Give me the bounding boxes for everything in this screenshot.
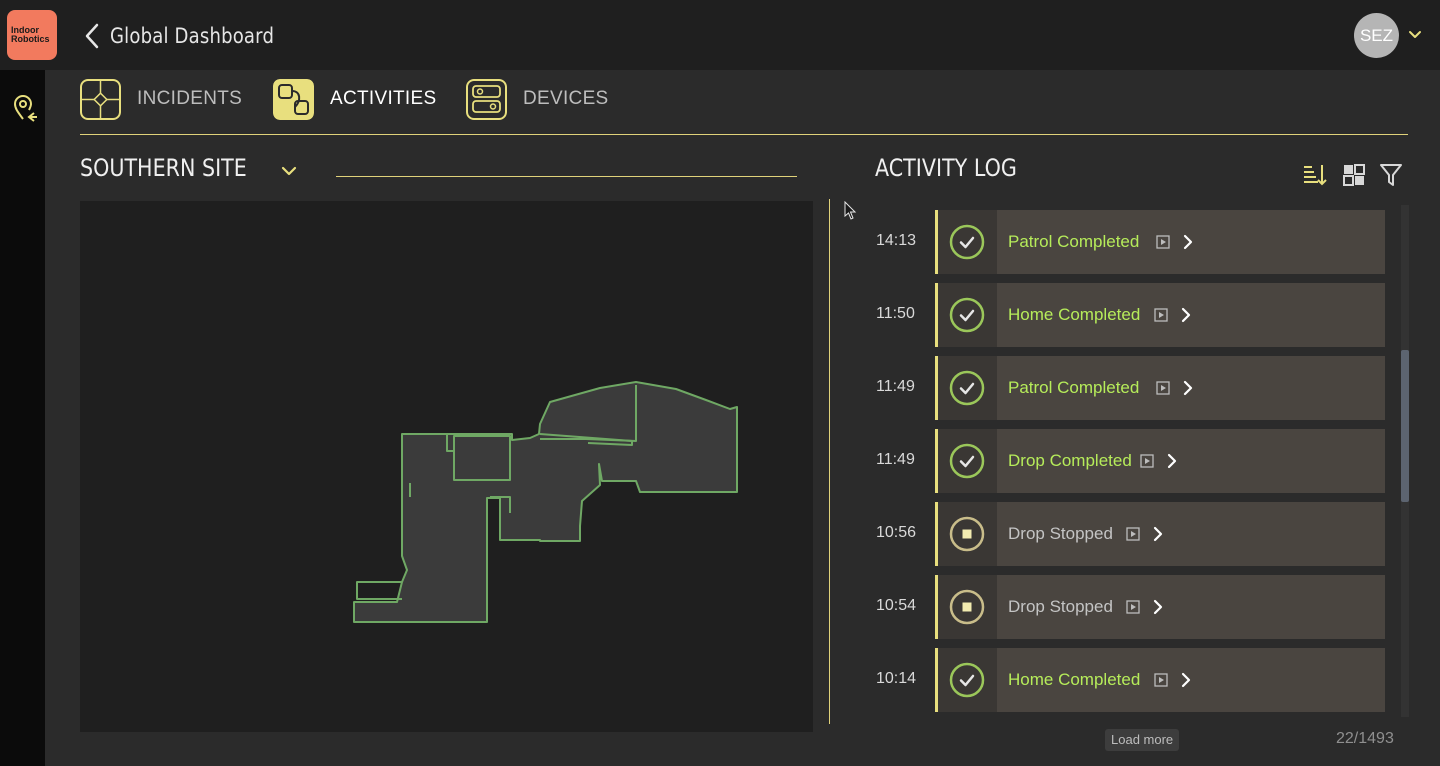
check-circle-icon xyxy=(938,429,997,493)
chevron-right-icon[interactable] xyxy=(1182,234,1194,250)
activity-actions xyxy=(1156,234,1194,250)
activity-card[interactable]: Drop Completed xyxy=(935,429,1385,493)
chevron-right-icon[interactable] xyxy=(1166,453,1178,469)
activity-card[interactable]: Drop Stopped xyxy=(935,575,1385,639)
stop-circle-icon xyxy=(938,502,997,566)
load-more-button[interactable]: Load more xyxy=(1105,729,1180,751)
activity-row: 11:50 Home Completed xyxy=(876,283,1386,347)
activity-label: Drop Completed xyxy=(1008,451,1132,470)
tab-activities[interactable]: ACTIVITIES xyxy=(273,78,436,120)
chevron-right-icon[interactable] xyxy=(1182,380,1194,396)
activity-time: 11:49 xyxy=(876,378,915,395)
activity-time: 10:56 xyxy=(876,524,917,541)
top-bar: Indoor Robotics Global Dashboard SEZ xyxy=(0,0,1440,70)
activity-actions xyxy=(1156,380,1194,396)
scrollbar-thumb[interactable] xyxy=(1401,350,1409,502)
tab-incidents[interactable]: INCIDENTS xyxy=(80,78,242,120)
activity-actions xyxy=(1126,599,1164,615)
activity-row: 10:54 Drop Stopped xyxy=(876,575,1386,639)
activity-card[interactable]: Patrol Completed xyxy=(935,210,1385,274)
user-avatar[interactable]: SEZ xyxy=(1354,13,1399,58)
activity-label: Patrol Completed xyxy=(1008,232,1140,251)
check-circle-icon xyxy=(938,356,997,420)
stop-circle-icon xyxy=(938,575,997,639)
video-play-icon[interactable] xyxy=(1154,673,1168,687)
tab-label: ACTIVITIES xyxy=(330,88,437,109)
chevron-right-icon[interactable] xyxy=(1152,599,1164,615)
activity-label: Drop Stopped xyxy=(1008,524,1113,543)
activities-icon xyxy=(273,78,314,120)
logo-line-2: Robotics xyxy=(11,34,50,44)
activity-actions xyxy=(1154,307,1192,323)
page-title[interactable]: Global Dashboard xyxy=(110,24,274,48)
layout-icon[interactable] xyxy=(1341,162,1367,188)
check-circle-icon xyxy=(938,283,997,347)
check-circle-icon xyxy=(938,648,997,712)
filter-icon[interactable] xyxy=(1378,162,1404,188)
activity-log-title: ACTIVITY LOG xyxy=(875,154,1017,182)
site-map[interactable] xyxy=(80,201,813,732)
chevron-down-icon[interactable] xyxy=(280,162,298,180)
video-play-icon[interactable] xyxy=(1156,381,1170,395)
activity-time: 10:14 xyxy=(876,670,917,687)
activity-row: 10:14 Home Completed xyxy=(876,648,1386,712)
back-chevron-icon[interactable] xyxy=(82,22,102,50)
video-play-icon[interactable] xyxy=(1140,454,1154,468)
activity-actions xyxy=(1140,453,1178,469)
location-pin-icon[interactable] xyxy=(12,94,38,122)
activity-row: 10:56 Drop Stopped xyxy=(876,502,1386,566)
video-play-icon[interactable] xyxy=(1126,600,1140,614)
video-play-icon[interactable] xyxy=(1154,308,1168,322)
tab-devices[interactable]: DEVICES xyxy=(466,78,609,120)
activity-label: Drop Stopped xyxy=(1008,597,1113,616)
activity-label: Patrol Completed xyxy=(1008,378,1140,397)
activity-time: 11:50 xyxy=(876,305,915,322)
chevron-right-icon[interactable] xyxy=(1180,307,1192,323)
activity-row: 14:13 Patrol Completed xyxy=(876,210,1386,274)
mouse-cursor-icon xyxy=(844,201,857,220)
activity-actions xyxy=(1126,526,1164,542)
side-rail xyxy=(0,70,45,766)
panel-divider xyxy=(829,199,830,724)
activity-time: 11:49 xyxy=(876,451,915,468)
activity-card[interactable]: Home Completed xyxy=(935,648,1385,712)
indoor-robotics-logo[interactable]: Indoor Robotics xyxy=(7,10,57,60)
activity-time: 14:13 xyxy=(876,232,917,249)
activity-card[interactable]: Patrol Completed xyxy=(935,356,1385,420)
check-circle-icon xyxy=(938,210,997,274)
devices-icon xyxy=(466,78,507,120)
activity-card[interactable]: Home Completed xyxy=(935,283,1385,347)
floorplan xyxy=(353,381,738,623)
tab-label: DEVICES xyxy=(523,88,609,109)
site-divider xyxy=(336,176,797,177)
tab-label: INCIDENTS xyxy=(137,88,243,109)
incidents-icon xyxy=(80,78,121,120)
activity-time: 10:54 xyxy=(876,597,917,614)
activity-counter: 22/1493 xyxy=(1336,730,1394,747)
chevron-right-icon[interactable] xyxy=(1180,672,1192,688)
activity-label: Home Completed xyxy=(1008,670,1141,689)
activity-row: 11:49 Patrol Completed xyxy=(876,356,1386,420)
chevron-down-icon[interactable] xyxy=(1407,27,1423,43)
activity-card[interactable]: Drop Stopped xyxy=(935,502,1385,566)
activity-label: Home Completed xyxy=(1008,305,1141,324)
sort-icon[interactable] xyxy=(1302,162,1328,188)
video-play-icon[interactable] xyxy=(1156,235,1170,249)
chevron-right-icon[interactable] xyxy=(1152,526,1164,542)
activity-row: 11:49 Drop Completed xyxy=(876,429,1386,493)
activity-actions xyxy=(1154,672,1192,688)
site-name[interactable]: SOUTHERN SITE xyxy=(80,154,247,182)
video-play-icon[interactable] xyxy=(1126,527,1140,541)
tabs-divider xyxy=(80,134,1408,135)
